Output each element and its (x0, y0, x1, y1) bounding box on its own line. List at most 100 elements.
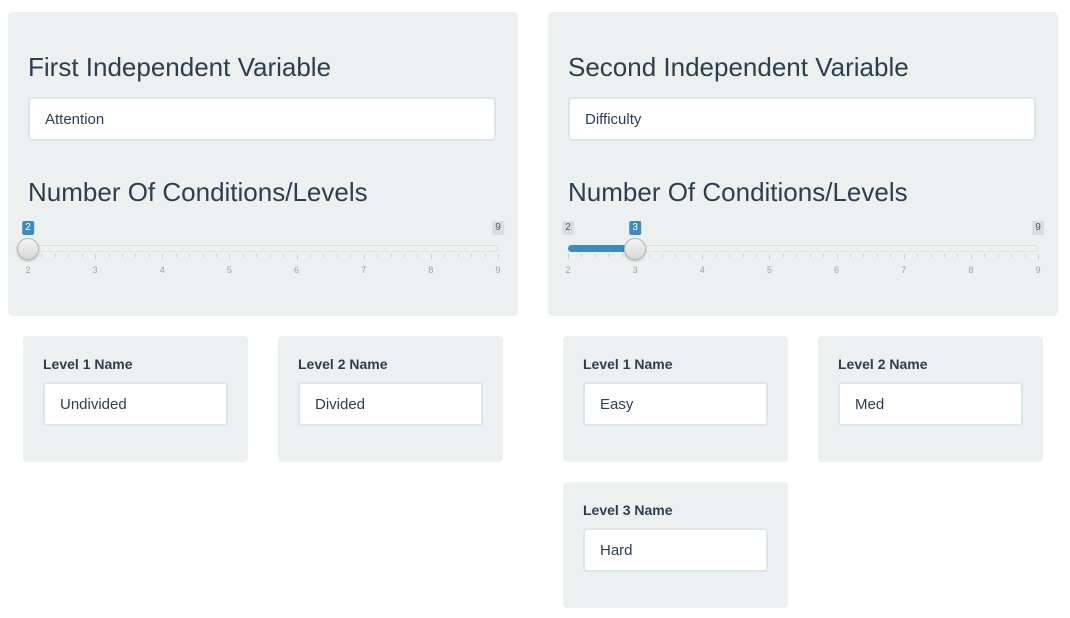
slider-tick (162, 254, 164, 259)
iv2-panel: Second Independent Variable Number Of Co… (548, 12, 1058, 316)
slider-tick (189, 254, 191, 257)
iv2-level-2-input[interactable] (838, 382, 1023, 426)
iv1-heading: First Independent Variable (28, 52, 332, 82)
slider-max-label: 9 (1032, 221, 1044, 235)
iv1-level-2-panel: Level 2 Name (278, 336, 503, 462)
slider-tick (269, 254, 271, 257)
slider-tick (202, 254, 204, 257)
slider-tick (608, 254, 610, 257)
slider-value-label: 3 (629, 221, 641, 235)
slider-tick (890, 254, 892, 257)
slider-tick (756, 254, 757, 257)
iv1-name-input[interactable] (28, 97, 496, 141)
slider-tick (742, 254, 744, 257)
slider-tick (41, 254, 43, 257)
slider-tick (823, 254, 825, 257)
slider-tick (457, 254, 459, 257)
slider-tick-label: 3 (92, 265, 98, 275)
iv2-level-3-panel: Level 3 Name (563, 482, 788, 608)
slider-tick (444, 254, 446, 257)
slider-tick (135, 254, 137, 257)
slider-tick-label: 3 (632, 265, 638, 275)
slider-tick (95, 254, 97, 259)
slider-tick (54, 254, 56, 257)
slider-tick-label: 2 (565, 265, 571, 275)
slider-track[interactable] (28, 245, 498, 252)
slider-min-label: 2 (562, 221, 574, 235)
iv1-levels-heading: Number Of Conditions/Levels (28, 177, 368, 207)
slider-tick-label: 7 (901, 265, 907, 275)
iv2-heading: Second Independent Variable (568, 52, 909, 82)
slider-tick (715, 254, 717, 257)
iv2-levels-slider[interactable]: 2 9 3 2 3 4 5 6 7 8 9 (562, 221, 1044, 281)
slider-handle[interactable] (624, 238, 647, 260)
slider-tick (850, 254, 851, 257)
slider-max-label: 9 (492, 221, 504, 235)
slider-value-label: 2 (22, 221, 34, 235)
iv1-level-1-panel: Level 1 Name (23, 336, 248, 462)
iv1-level-1-label: Level 1 Name (43, 356, 133, 372)
iv2-name-input[interactable] (568, 97, 1036, 141)
slider-tick-label: 9 (1035, 265, 1041, 275)
iv1-panel: First Independent Variable Number Of Con… (8, 12, 518, 316)
slider-tick (970, 254, 972, 259)
slider-tick (81, 254, 83, 257)
slider-tick (769, 254, 771, 259)
slider-tick-label: 7 (361, 265, 367, 275)
slider-tick (863, 254, 865, 257)
slider-tick (594, 254, 596, 257)
slider-tick (283, 254, 285, 257)
slider-tick (498, 254, 499, 259)
iv1-levels-slider[interactable]: 9 2 2 3 4 5 6 7 8 9 (17, 221, 504, 281)
slider-tick (390, 254, 392, 257)
slider-tick (310, 254, 311, 257)
slider-tick-label: 5 (226, 265, 232, 275)
slider-tick (229, 254, 231, 259)
slider-tick (417, 254, 419, 257)
slider-tick (323, 254, 325, 257)
slider-tick (216, 254, 217, 257)
slider-tick (122, 254, 123, 257)
slider-tick (471, 254, 473, 257)
slider-tick-label: 4 (699, 265, 705, 275)
iv1-level-2-label: Level 2 Name (298, 356, 388, 372)
slider-tick (296, 254, 298, 259)
slider-tick (377, 254, 379, 257)
slider-tick (1024, 254, 1026, 257)
slider-tick (997, 254, 999, 257)
slider-tick (648, 254, 650, 257)
iv2-level-1-panel: Level 1 Name (563, 336, 788, 462)
slider-tick (729, 254, 731, 257)
slider-tick (242, 254, 244, 257)
slider-tick (404, 254, 405, 257)
iv2-level-3-input[interactable] (583, 528, 768, 572)
slider-handle[interactable] (17, 238, 39, 260)
slider-tick (68, 254, 70, 257)
slider-tick (917, 254, 919, 257)
slider-tick (350, 254, 352, 257)
iv2-levels-heading: Number Of Conditions/Levels (568, 177, 908, 207)
iv2-level-2-label: Level 2 Name (838, 356, 928, 372)
slider-tick (836, 254, 838, 259)
slider-tick (1011, 254, 1013, 257)
slider-tick (796, 254, 798, 257)
slider-tick-label: 6 (294, 265, 300, 275)
slider-tick (108, 254, 110, 257)
slider-tick-label: 4 (159, 265, 165, 275)
iv1-level-1-input[interactable] (43, 382, 228, 426)
iv2-level-2-panel: Level 2 Name (818, 336, 1043, 462)
slider-tick (957, 254, 959, 257)
slider-tick (702, 254, 704, 259)
slider-tick (930, 254, 932, 257)
slider-tick-label: 5 (766, 265, 772, 275)
slider-tick (336, 254, 338, 257)
slider-tick (568, 254, 569, 259)
iv1-level-2-input[interactable] (298, 382, 483, 426)
slider-tick (363, 254, 365, 259)
iv2-level-1-input[interactable] (583, 382, 768, 426)
slider-tick (581, 254, 583, 257)
slider-tick (1038, 254, 1039, 259)
slider-tick (175, 254, 177, 257)
slider-tick (484, 254, 486, 257)
slider-tick (430, 254, 432, 259)
